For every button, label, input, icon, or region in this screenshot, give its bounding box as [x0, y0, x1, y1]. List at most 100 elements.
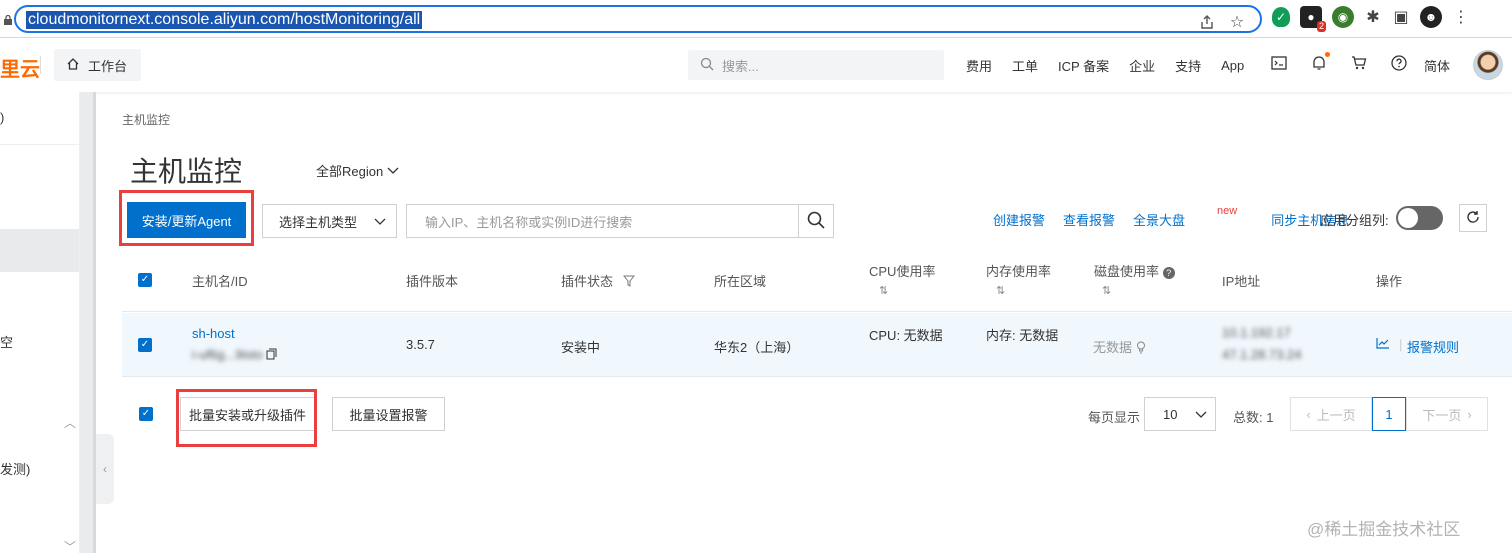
watermark: @稀土掘金技术社区 [1307, 520, 1461, 539]
refresh-icon [1466, 210, 1480, 227]
disk-value-text: 无数据 [1093, 340, 1133, 355]
page-number-current[interactable]: 1 [1372, 397, 1406, 431]
row-checkbox[interactable]: ✓ [138, 338, 152, 352]
nav-item-billing[interactable]: 费用 [966, 56, 992, 75]
terminal-icon[interactable] [1270, 54, 1288, 72]
alarm-rules-link[interactable]: 报警规则 [1407, 337, 1459, 356]
notification-dot [1325, 52, 1330, 57]
filter-icon[interactable] [622, 275, 635, 290]
search-icon [700, 57, 714, 74]
lightbulb-icon[interactable] [1136, 341, 1146, 357]
shield-extension-icon[interactable]: ✓ [1272, 7, 1290, 27]
chevron-down-icon[interactable]: ﹀ [64, 538, 76, 553]
download-extension-icon[interactable]: ◉ [1332, 6, 1354, 28]
ip-public: 47.1.28.73.24 [1222, 347, 1302, 362]
sidebar-item-active[interactable] [0, 229, 79, 272]
search-placeholder: 搜索... [722, 58, 759, 74]
region-label: 全部Region [316, 164, 384, 179]
chevron-up-icon[interactable]: ︿ [64, 414, 76, 431]
search-icon [807, 211, 825, 232]
divider: | [1399, 337, 1403, 352]
address-bar[interactable]: cloudmonitornext.console.aliyun.com/host… [14, 5, 1262, 33]
nav-item-ticket[interactable]: 工单 [1012, 56, 1038, 75]
new-badge: new [1217, 205, 1238, 217]
next-page-button[interactable]: 下一页 › [1406, 397, 1488, 431]
header-host: 主机名/ID [192, 274, 248, 289]
header-region: 所在区域 [714, 274, 767, 289]
breadcrumb[interactable]: 主机监控 [122, 111, 170, 128]
header-plugin-status-label: 插件状态 [561, 274, 614, 289]
host-id: i-uf6g...9isto [192, 347, 277, 363]
extension-icon[interactable]: ● 2 [1300, 6, 1326, 32]
app-group-label: 应用分组列: [1320, 213, 1389, 228]
nav-item-icp[interactable]: ICP 备案 [1058, 56, 1109, 75]
nav-item-enterprise[interactable]: 企业 [1129, 56, 1155, 75]
view-alarm-link[interactable]: 查看报警 [1063, 210, 1115, 229]
app-group-toggle[interactable] [1396, 206, 1443, 230]
bell-icon[interactable] [1310, 52, 1330, 72]
bookmark-star-icon[interactable]: ☆ [1228, 13, 1246, 31]
home-icon [66, 57, 80, 74]
collapse-sidebar-button[interactable]: ‹ [96, 434, 114, 504]
help-icon[interactable]: ? [1162, 266, 1175, 279]
sidebar-item-label[interactable]: 空 [0, 332, 13, 351]
brand-logo[interactable]: 里云 [0, 53, 40, 82]
toggle-knob [1398, 208, 1418, 228]
toolbar-links: 创建报警 查看报警 全景大盘new 同步主机信息 [993, 205, 1367, 229]
cpu-value: CPU: 无数据 [869, 328, 943, 343]
install-agent-button[interactable]: 安装/更新Agent [127, 202, 246, 238]
search-button[interactable] [798, 204, 834, 238]
header-cpu: CPU使用率 [869, 264, 936, 279]
host-type-select[interactable]: 选择主机类型 [262, 204, 397, 238]
copy-icon[interactable] [266, 348, 277, 363]
host-id-text: i-uf6g...9isto [192, 347, 263, 362]
per-page-select[interactable]: 10 [1144, 397, 1216, 431]
share-icon[interactable] [1198, 13, 1216, 31]
profile-icon[interactable]: ☻ [1420, 6, 1442, 28]
chevron-right-icon: › [1467, 406, 1472, 422]
sort-icon[interactable]: ⇅ [1102, 284, 1111, 297]
region-selector[interactable]: 全部Region [316, 161, 399, 180]
header-disk: 磁盘使用率 ? [1094, 261, 1175, 280]
host-type-label: 选择主机类型 [279, 214, 358, 230]
workbench-button[interactable]: 工作台 [54, 49, 141, 81]
disk-value: 无数据 [1093, 337, 1146, 357]
header-disk-label: 磁盘使用率 [1094, 264, 1160, 279]
left-sidebar: ) 空 ︿ 发测) ﹀ [0, 92, 80, 553]
language-switch[interactable]: 简体 [1424, 56, 1450, 75]
sort-icon[interactable]: ⇅ [879, 284, 888, 297]
avatar[interactable] [1473, 50, 1503, 80]
nav-item-app[interactable]: App [1221, 58, 1244, 73]
per-page-label: 每页显示 [1088, 410, 1141, 425]
sidebar-item-label[interactable]: 发测) [0, 459, 30, 478]
kebab-menu-icon[interactable]: ⋮ [1452, 8, 1470, 26]
host-search-input[interactable]: 输入IP、主机名称或实例ID进行搜索 [406, 204, 799, 238]
chevron-down-icon [374, 214, 386, 229]
prev-page-button[interactable]: ‹ 上一页 [1290, 397, 1372, 431]
help-icon[interactable] [1390, 54, 1408, 72]
plugin-status: 安装中 [561, 340, 601, 355]
header-ip: IP地址 [1222, 274, 1261, 289]
puzzle-extensions-icon[interactable]: ✱ [1364, 8, 1382, 26]
sort-icon[interactable]: ⇅ [996, 284, 1005, 297]
global-search-input[interactable]: 搜索... [688, 50, 944, 80]
side-panel-icon[interactable]: ▣ [1392, 8, 1410, 26]
header-memory: 内存使用率 [986, 264, 1052, 279]
divider [0, 144, 80, 145]
console-header: 里云 工作台 搜索... 费用 工单 ICP 备案 企业 支持 App 简体 [0, 38, 1512, 92]
footer-select-all-checkbox[interactable]: ✓ [139, 407, 153, 421]
workbench-label: 工作台 [88, 58, 128, 74]
host-name-link[interactable]: sh-host [192, 326, 235, 341]
batch-alarm-button[interactable]: 批量设置报警 [332, 397, 445, 431]
page-title: 主机监控 [130, 156, 243, 187]
nav-item-support[interactable]: 支持 [1175, 56, 1201, 75]
monitor-chart-icon[interactable] [1376, 337, 1390, 352]
sidebar-text-fragment: ) [0, 110, 5, 125]
cart-icon[interactable] [1350, 54, 1368, 72]
refresh-button[interactable] [1459, 204, 1487, 232]
dashboard-link[interactable]: 全景大盘 new [1133, 205, 1241, 229]
create-alarm-link[interactable]: 创建报警 [993, 210, 1045, 229]
batch-install-button[interactable]: 批量安装或升级插件 [180, 397, 315, 431]
select-all-checkbox[interactable]: ✓ [138, 273, 152, 287]
memory-value: 内存: 无数据 [986, 328, 1059, 343]
